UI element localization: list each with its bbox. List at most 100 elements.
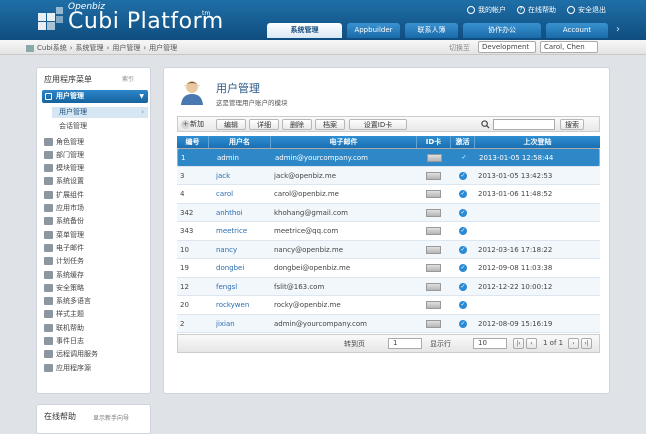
active-check-icon: ✓ (459, 245, 467, 254)
page-select[interactable]: 1 (388, 338, 422, 349)
table-row[interactable]: 19 dongbei dongbei@openbiz.me 2012-09-08 11… (177, 259, 600, 278)
id-card-icon (426, 208, 441, 217)
menu-item-icon (44, 230, 53, 239)
tab-contacts[interactable]: 联系人簿 (405, 23, 458, 38)
col-email[interactable]: 电子邮件 (271, 136, 417, 148)
sidebar-item[interactable]: 系统备份 (44, 216, 84, 227)
user-select[interactable]: Carol, Chen (540, 41, 598, 53)
delete-button[interactable]: 删除 (282, 119, 312, 130)
cell-username[interactable]: dongbei (216, 259, 271, 278)
sidebar-item-label: 计划任务 (56, 257, 84, 266)
table-row[interactable]: 343 meetrice meetrice@qq.com ✓ (177, 222, 600, 241)
home-icon[interactable] (26, 44, 34, 52)
tab-system-admin[interactable]: 系统管理 (267, 23, 342, 38)
edit-button[interactable]: 编辑 (216, 119, 246, 130)
sidebar-item[interactable]: 系统缓存 (44, 269, 84, 280)
cell-username[interactable]: anhthoi (216, 204, 271, 223)
table-row[interactable]: 3 jack jack@openbiz.me 2013-01-05 13:42:53 ✓ (177, 166, 600, 186)
col-last-login[interactable]: 上次登陆 (475, 136, 600, 148)
my-account-link[interactable]: 我的帐户 (467, 5, 506, 15)
cell-id: 1 (181, 154, 186, 162)
sidebar-module-user[interactable]: 用户管理 ▼ (42, 90, 148, 103)
sidebar-item[interactable]: 菜单管理 (44, 229, 84, 240)
sidebar-item-label: 安全策略 (56, 283, 84, 292)
sidebar-item[interactable]: 安全策略 (44, 282, 84, 293)
sidebar-item[interactable]: 应用程序源 (44, 362, 91, 373)
cell-username[interactable]: rockywen (216, 296, 271, 315)
sidebar-item[interactable]: 联机帮助 (44, 322, 84, 333)
crumb-1[interactable]: Cubi系统 (37, 43, 67, 53)
table-row[interactable]: 12 fengsl fslit@163.com 2012-12-22 10:00:12… (177, 277, 600, 297)
brand-tm: tm (202, 10, 211, 17)
sidebar-item[interactable]: 样式主题 (44, 309, 84, 320)
table-row[interactable]: 1 admin admin@yourcompany.com 2013-01-05 12… (177, 148, 600, 167)
sidebar-item[interactable]: 部门管理 (44, 149, 84, 160)
cell-id: 3 (180, 171, 185, 180)
detail-button[interactable]: 详细 (249, 119, 279, 130)
online-help-link[interactable]: ? 在线帮助 (517, 5, 556, 15)
cell-username[interactable]: admin (217, 149, 272, 168)
env-select[interactable]: Development (478, 41, 536, 53)
table-row[interactable]: 10 nancy nancy@openbiz.me 2012-03-16 17:18:… (177, 240, 600, 260)
cell-username[interactable]: jixian (216, 315, 271, 334)
tab-collaboration[interactable]: 协作办公 (463, 23, 541, 38)
first-page-icon[interactable]: |‹ (513, 338, 524, 349)
sidebar-item[interactable]: 模块管理 (44, 163, 84, 174)
sidebar-item-label: 系统缓存 (56, 270, 84, 279)
sidebar-item-label: 联机帮助 (56, 323, 84, 332)
sidebar-item[interactable]: 应用市场 (44, 203, 84, 214)
cell-last_login: 2012-12-22 10:00:12 (478, 282, 553, 291)
next-page-icon[interactable]: › (568, 338, 579, 349)
col-active[interactable]: 激活 (451, 136, 475, 148)
chevron-right-icon[interactable]: › (616, 24, 620, 35)
search-icon (481, 120, 490, 129)
rows-select[interactable]: 10 (473, 338, 507, 349)
logout-link[interactable]: 安全退出 (567, 5, 606, 15)
id-card-icon (426, 264, 441, 272)
col-idcard[interactable]: ID卡 (417, 136, 451, 148)
active-check-icon: ✓ (459, 282, 467, 291)
sidebar-item[interactable]: 远程调用服务 (44, 349, 98, 360)
page-title: 用户管理 (216, 82, 260, 95)
tab-account[interactable]: Account (546, 23, 608, 38)
archive-button[interactable]: 档案 (315, 119, 345, 130)
table-row[interactable]: 2 jixian admin@yourcompany.com 2012-08-09 1… (177, 314, 600, 334)
sidebar-item[interactable]: 电子邮件 (44, 242, 84, 253)
table-row[interactable]: 4 carol carol@openbiz.me 2013-01-06 11:48:5… (177, 185, 600, 204)
id-card-icon (426, 282, 441, 291)
cell-username[interactable]: nancy (216, 241, 271, 260)
id-card-icon (426, 190, 441, 198)
prev-page-icon[interactable]: ‹ (526, 338, 537, 349)
last-page-icon[interactable]: ›| (581, 338, 592, 349)
col-id[interactable]: 编号 (177, 136, 209, 148)
cell-username[interactable]: carol (216, 185, 271, 204)
table-row[interactable]: 20 rockywen rocky@openbiz.me ✓ (177, 296, 600, 315)
table-row[interactable]: 342 anhthoi khohang@gmail.com ✓ (177, 203, 600, 223)
sidebar-item[interactable]: 系统设置 (44, 176, 84, 187)
cell-username[interactable]: jack (216, 167, 271, 186)
sidebar-item[interactable]: 事件日志 (44, 336, 84, 347)
sidebar-item-label: 系统多语言 (56, 297, 91, 306)
crumb-3[interactable]: 用户管理 (112, 43, 140, 53)
sidebar-item[interactable]: 计划任务 (44, 256, 84, 267)
index-link[interactable]: 索引 (122, 74, 134, 83)
sidebar-sub-user-mgmt[interactable]: 用户管理 › (52, 107, 148, 118)
sidebar-item[interactable]: 角色管理 (44, 136, 84, 147)
crumb-2[interactable]: 系统管理 (76, 43, 104, 53)
col-username[interactable]: 用户名 (209, 136, 271, 148)
sidebar-item-label: 部门管理 (56, 150, 84, 159)
add-button[interactable]: + 新加 (181, 119, 213, 130)
show-guide-link[interactable]: 显示新手向导 (93, 413, 129, 422)
sidebar-item[interactable]: 系统多语言 (44, 296, 91, 307)
cell-username[interactable]: meetrice (216, 222, 271, 241)
sidebar-sub-session-mgmt[interactable]: 会话管理 (59, 121, 87, 131)
cell-last_login: 2012-08-09 15:16:19 (478, 319, 553, 328)
menu-item-icon (44, 310, 53, 319)
search-input[interactable] (493, 119, 555, 130)
set-id-card-button[interactable]: 设置ID卡 (349, 119, 407, 130)
cell-email: nancy@openbiz.me (274, 245, 344, 254)
sidebar-item[interactable]: 扩展组件 (44, 189, 84, 200)
search-button[interactable]: 搜索 (560, 119, 584, 130)
cell-username[interactable]: fengsl (216, 278, 271, 297)
tab-appbuilder[interactable]: Appbuilder (347, 23, 400, 38)
